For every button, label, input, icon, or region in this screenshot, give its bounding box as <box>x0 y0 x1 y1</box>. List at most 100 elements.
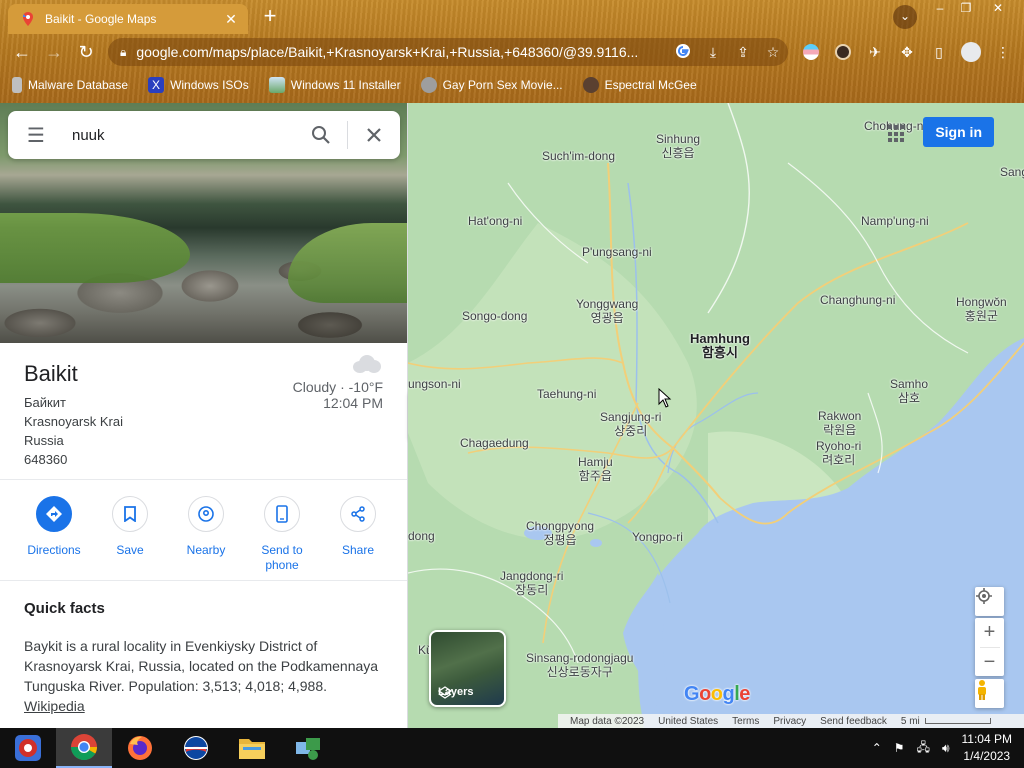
map-place-label[interactable]: ungson-ni <box>408 377 461 391</box>
menu-kebab-icon[interactable]: ⋮ <box>990 40 1016 64</box>
map-place-label[interactable]: Chongpyong 정평읍 <box>526 519 594 547</box>
map-place-label[interactable]: Hamju 함주읍 <box>578 455 613 483</box>
extensions-puzzle-icon[interactable]: ✥ <box>894 40 920 64</box>
map-place-label[interactable]: Songo-dong <box>462 309 527 323</box>
install-app-icon[interactable]: ⤓ <box>698 44 728 61</box>
forward-arrow-icon[interactable]: → <box>38 36 70 68</box>
bookmark-item[interactable]: Malware Database <box>12 77 128 93</box>
bookmarks-bar: Malware Database X Windows ISOs Windows 1… <box>0 72 1024 98</box>
send-feedback-link[interactable]: Send feedback <box>820 716 887 727</box>
restore-button[interactable]: ❐ <box>952 0 980 18</box>
address-bar[interactable]: 🔒︎ google.com/maps/place/Baikit,+Krasnoy… <box>108 38 788 66</box>
share-page-icon[interactable]: ⇪ <box>728 44 758 61</box>
bookmark-item[interactable]: X Windows ISOs <box>148 77 249 93</box>
hamburger-menu-icon[interactable]: ☰ <box>8 123 64 148</box>
bird-extension-icon[interactable]: ✈︎ <box>862 40 888 64</box>
layers-button[interactable]: Layers <box>429 630 506 707</box>
google-apps-grid-icon[interactable] <box>888 125 906 143</box>
map-place-label[interactable]: Yongpo-ri <box>632 530 683 544</box>
cloud-icon <box>351 353 383 373</box>
flag-extension-icon[interactable] <box>798 40 824 64</box>
show-hidden-icons-chevron-icon[interactable]: ⌃ <box>872 741 882 755</box>
zoom-in-button[interactable]: + <box>975 618 1004 647</box>
sign-in-button[interactable]: Sign in <box>923 117 994 147</box>
map-place-label[interactable]: dong <box>408 529 435 543</box>
search-icon[interactable] <box>295 111 347 159</box>
file-explorer-icon[interactable] <box>224 728 280 768</box>
side-panel-icon[interactable]: ▯ <box>926 40 952 64</box>
map-place-label[interactable]: Such'im-dong <box>542 149 615 163</box>
map-place-label[interactable]: Namp'ung-ni <box>861 214 929 228</box>
chrome-icon[interactable] <box>56 728 112 768</box>
place-panel: ☰ Baikit Байкит Krasnoyarsk Krai Russia … <box>0 103 408 728</box>
wikipedia-link[interactable]: Wikipedia <box>24 698 85 714</box>
map-place-label[interactable]: Sinsang-rodongjagu 신상로동자구 <box>526 651 633 679</box>
map-canvas[interactable]: Chohung-ni Sinhung신흥읍 Such'im-dong Sang … <box>408 103 1024 728</box>
map-place-label[interactable]: Sang <box>1000 165 1024 179</box>
browser-tab[interactable]: Baikit - Google Maps ✕ <box>8 4 248 34</box>
new-tab-button[interactable]: + <box>258 5 282 29</box>
place-postal-code: 648360 <box>24 452 68 467</box>
avatar-extension-icon[interactable] <box>830 40 856 64</box>
privacy-link[interactable]: Privacy <box>773 716 806 727</box>
map-place-label[interactable]: Yonggwang 영광읍 <box>576 297 638 325</box>
tab-search-chevron-icon[interactable]: ⌄ <box>893 5 917 29</box>
browser-toolbar: ← → ↻ 🔒︎ google.com/maps/place/Baikit,+K… <box>0 34 1024 70</box>
map-place-label[interactable]: Changhung-ni <box>820 293 895 307</box>
reload-icon[interactable]: ↻ <box>70 36 102 68</box>
map-city-label[interactable]: Hamhung 함흥시 <box>690 332 750 360</box>
map-place-label[interactable]: Taehung-ni <box>537 387 596 401</box>
system-tray: ⌃ ⚑ 🖧︎ 🔊︎ 11:04 PM 1/4/2023 <box>872 728 1012 768</box>
minimize-button[interactable]: – <box>926 0 954 18</box>
obama-logo-icon[interactable] <box>168 728 224 768</box>
place-region: Krasnoyarsk Krai <box>24 414 123 429</box>
network-app-icon[interactable] <box>280 728 336 768</box>
google-lens-icon[interactable] <box>668 43 698 62</box>
close-window-button[interactable]: ✕ <box>984 0 1012 18</box>
bookmark-star-icon[interactable]: ☆ <box>758 44 788 61</box>
bookmark-item[interactable]: Gay Porn Sex Movie... <box>420 77 563 93</box>
profile-avatar-icon[interactable] <box>958 40 984 64</box>
terms-link[interactable]: Terms <box>732 716 759 727</box>
scale-bar[interactable]: 5 mi <box>901 716 991 727</box>
send-to-phone-button[interactable]: Send to phone <box>246 496 318 573</box>
image-icon <box>268 77 285 93</box>
map-attribution-bar: Map data ©2023 United States Terms Priva… <box>558 714 1024 728</box>
share-button[interactable]: Share <box>322 496 394 573</box>
taskbar-clock[interactable]: 11:04 PM 1/4/2023 <box>962 731 1012 765</box>
map-place-label[interactable]: Samho 삼호 <box>890 377 928 405</box>
map-place-label[interactable]: Ryoho-ri 려호리 <box>816 439 861 467</box>
map-place-label[interactable]: Sangjung-ri 상중리 <box>600 410 661 438</box>
place-country: Russia <box>24 433 64 448</box>
my-location-icon[interactable] <box>975 587 1004 616</box>
save-button[interactable]: Save <box>94 496 166 573</box>
nearby-button[interactable]: Nearby <box>170 496 242 573</box>
bookmark-icon <box>12 77 22 93</box>
clear-search-close-icon[interactable] <box>348 111 400 159</box>
search-input[interactable] <box>64 115 295 155</box>
back-arrow-icon[interactable]: ← <box>6 36 38 68</box>
tab-title: Baikit - Google Maps <box>45 12 157 26</box>
map-place-label[interactable]: Hat'ong-ni <box>468 214 522 228</box>
map-place-label[interactable]: Sinhung 신흥읍 <box>656 132 700 160</box>
lock-icon[interactable]: 🔒︎ <box>120 45 126 60</box>
map-place-label[interactable]: Jangdong-ri 장동리 <box>500 569 563 597</box>
map-place-label[interactable]: Hongwŏn 홍원군 <box>956 295 1007 323</box>
map-place-label[interactable]: P'ungsang-ni <box>582 245 652 259</box>
bookmark-item[interactable]: Windows 11 Installer <box>268 77 401 93</box>
region-link[interactable]: United States <box>658 716 718 727</box>
directions-button[interactable]: Directions <box>18 496 90 573</box>
pegman-street-view-icon[interactable] <box>975 679 1004 708</box>
tab-close-icon[interactable]: ✕ <box>222 11 240 28</box>
map-place-label[interactable]: Rakwon 락원읍 <box>818 409 861 437</box>
bookmark-item[interactable]: Espectral McGee <box>582 77 697 93</box>
zoom-out-button[interactable]: − <box>975 648 1004 677</box>
firefox-icon[interactable] <box>112 728 168 768</box>
map-data-credit: Map data ©2023 <box>570 715 645 727</box>
action-center-flag-icon[interactable]: ⚑ <box>894 741 905 755</box>
volume-icon[interactable]: 🔊︎ <box>942 741 950 756</box>
network-icon[interactable]: 🖧︎ <box>917 738 930 759</box>
url-text: google.com/maps/place/Baikit,+Krasnoyars… <box>136 44 639 60</box>
media-app-icon[interactable] <box>0 728 56 768</box>
map-place-label[interactable]: Chagaedung <box>460 436 529 450</box>
